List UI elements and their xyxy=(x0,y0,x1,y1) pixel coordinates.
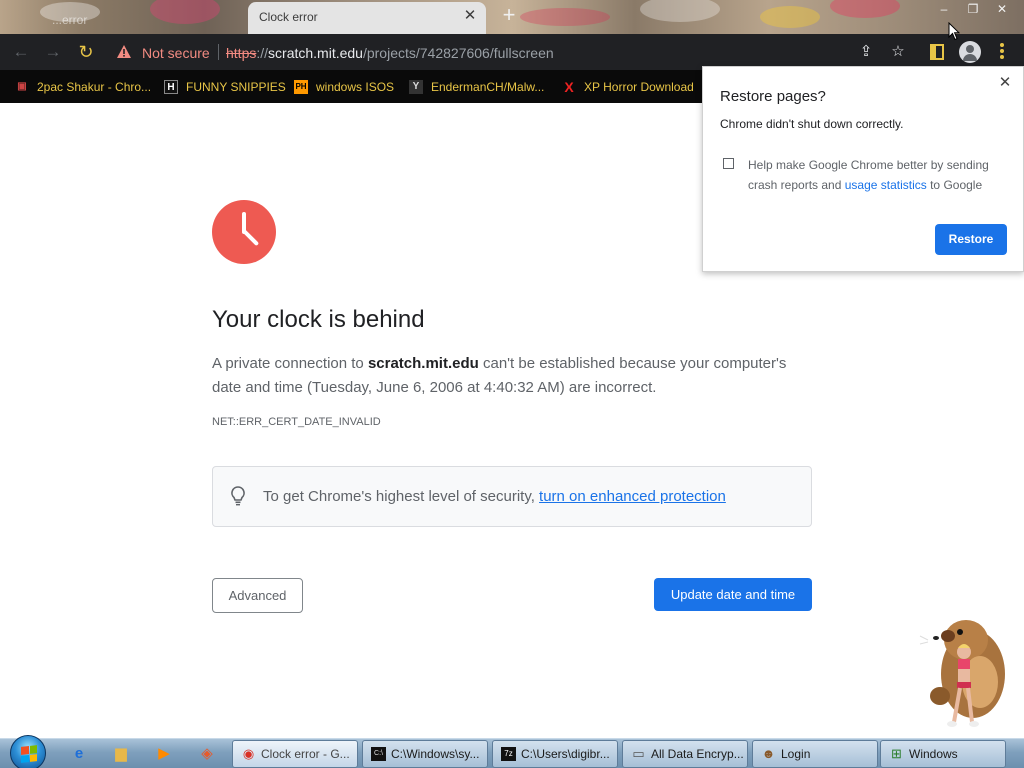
start-button[interactable] xyxy=(10,735,46,768)
share-icon[interactable]: ⇪ xyxy=(856,42,876,62)
bookmark-label: XP Horror Download xyxy=(584,80,694,94)
menu-icon[interactable] xyxy=(999,43,1005,61)
crash-report-checkbox[interactable] xyxy=(723,158,734,169)
back-icon[interactable]: ← xyxy=(11,42,31,62)
url-text[interactable]: https://scratch.mit.edu/projects/7428276… xyxy=(226,45,554,61)
media-player-icon[interactable]: ▶ xyxy=(151,742,177,766)
task-label: All Data Encryp... xyxy=(651,747,744,761)
warning-icon xyxy=(117,45,131,58)
tab-clock-error[interactable]: Clock error ✕ xyxy=(248,2,486,34)
browser-toolbar: ← → ↻ Not secure https://scratch.mit.edu… xyxy=(0,34,1024,70)
sidebar-icon[interactable] xyxy=(927,42,947,62)
dialog-title: Restore pages? xyxy=(720,88,826,105)
restore-button[interactable]: Restore xyxy=(935,224,1007,255)
restore-pages-dialog: Restore pages? ✕ Chrome didn't shut down… xyxy=(702,66,1024,272)
task-label: Login xyxy=(781,747,811,761)
taskbar-item-7zip[interactable]: 7z C:\Users\digibr... xyxy=(492,740,618,768)
tab-inactive-title: ...error xyxy=(52,13,88,27)
maximize-button[interactable]: ❐ xyxy=(963,1,983,17)
bookmark-xp-horror[interactable]: X XP Horror Download xyxy=(562,78,694,96)
bookmark-windows-isos[interactable]: PH windows ISOS xyxy=(294,78,394,96)
7zip-icon: 7z xyxy=(501,747,516,761)
error-host: scratch.mit.edu xyxy=(367,355,479,372)
close-icon[interactable]: ✕ xyxy=(997,75,1013,91)
windows-logo-icon xyxy=(21,745,37,763)
forward-icon[interactable]: → xyxy=(43,42,63,62)
windows-icon: ⊞ xyxy=(891,746,902,761)
minimize-button[interactable]: – xyxy=(934,1,954,17)
error-code: NET::ERR_CERT_DATE_INVALID xyxy=(212,416,381,428)
tab-close-icon[interactable]: ✕ xyxy=(462,8,478,24)
enhanced-protection-tip: To get Chrome's highest level of securit… xyxy=(212,466,812,527)
2pac-favicon-icon: ▣ xyxy=(17,81,27,92)
page-title: Your clock is behind xyxy=(212,306,425,333)
url-host: scratch.mit.edu xyxy=(268,45,363,61)
dialog-message: Chrome didn't shut down correctly. xyxy=(720,117,904,131)
clock-icon xyxy=(212,200,276,264)
user-icon: ☻ xyxy=(761,746,776,761)
taskbar-item-encryption[interactable]: ▭ All Data Encryp... xyxy=(622,740,748,768)
reload-icon[interactable]: ↻ xyxy=(76,42,96,62)
task-label: C:\Users\digibr... xyxy=(521,747,610,761)
ph-favicon-icon: PH xyxy=(294,80,308,94)
task-label: C:\Windows\sy... xyxy=(391,747,480,761)
tab-inactive[interactable]: ...error xyxy=(0,4,240,34)
bookmark-label: EndermanCH/Malw... xyxy=(431,80,545,94)
taskbar: e ▆ ▶ ◈ ◉ Clock error - G... C:\ C:\Wind… xyxy=(0,735,1024,768)
advanced-button[interactable]: Advanced xyxy=(212,578,303,613)
ie-icon[interactable]: e xyxy=(66,742,92,766)
crash-report-label: Help make Google Chrome better by sendin… xyxy=(748,158,989,192)
x-favicon-icon: X xyxy=(564,79,574,95)
bookmark-label: windows ISOS xyxy=(316,80,395,94)
new-tab-button[interactable]: + xyxy=(498,4,520,27)
drive-icon: ▭ xyxy=(632,746,645,761)
profile-icon[interactable] xyxy=(959,41,981,63)
browser-title-bar: ...error Clock error ✕ + – ❐ ✕ xyxy=(0,0,1024,34)
explorer-icon[interactable]: ▆ xyxy=(108,742,134,766)
task-label: Clock error - G... xyxy=(261,747,350,761)
bookmark-endermanch[interactable]: Y EndermanCH/Malw... xyxy=(409,78,544,96)
bookmark-label: FUNNY SNIPPIES xyxy=(186,80,286,94)
app-icon[interactable]: ◈ xyxy=(194,742,220,766)
url-separator: :// xyxy=(256,45,269,61)
mouse-cursor-icon xyxy=(948,22,960,41)
lightbulb-icon xyxy=(231,486,245,506)
bookmark-label: 2pac Shakur - Chro... xyxy=(37,80,152,94)
desktop-pet-icon xyxy=(919,620,1005,727)
taskbar-item-windows[interactable]: ⊞ Windows xyxy=(880,740,1006,768)
usage-statistics-link[interactable]: usage statistics xyxy=(845,178,927,192)
window-controls: – ❐ ✕ xyxy=(934,1,1012,17)
not-secure-chip[interactable]: Not secure xyxy=(142,45,210,61)
task-label: Windows xyxy=(909,747,958,761)
error-description: A private connection to scratch.mit.edu … xyxy=(212,355,787,396)
h-favicon-icon: H xyxy=(164,80,178,94)
taskbar-item-login[interactable]: ☻ Login xyxy=(752,740,878,768)
bookmark-funny-snippies[interactable]: H FUNNY SNIPPIES xyxy=(164,78,286,96)
address-bar[interactable]: Not secure https://scratch.mit.edu/proje… xyxy=(106,37,836,67)
yp-favicon-icon: Y xyxy=(409,80,423,94)
close-window-button[interactable]: ✕ xyxy=(992,1,1012,17)
url-scheme: https xyxy=(226,45,257,61)
cmd-icon: C:\ xyxy=(371,747,386,761)
tip-text: To get Chrome's highest level of securit… xyxy=(263,488,726,505)
bookmark-2pac[interactable]: ▣ 2pac Shakur - Chro... xyxy=(15,78,151,96)
enhanced-protection-link[interactable]: turn on enhanced protection xyxy=(539,488,726,505)
url-path: /projects/742827606/fullscreen xyxy=(362,45,554,61)
update-date-time-button[interactable]: Update date and time xyxy=(654,578,812,611)
taskbar-item-cmd[interactable]: C:\ C:\Windows\sy... xyxy=(362,740,488,768)
url-divider xyxy=(218,44,219,60)
taskbar-item-chrome[interactable]: ◉ Clock error - G... xyxy=(232,740,358,768)
chrome-icon: ◉ xyxy=(242,746,255,761)
tab-title: Clock error xyxy=(259,10,318,24)
star-icon[interactable]: ☆ xyxy=(888,42,908,62)
